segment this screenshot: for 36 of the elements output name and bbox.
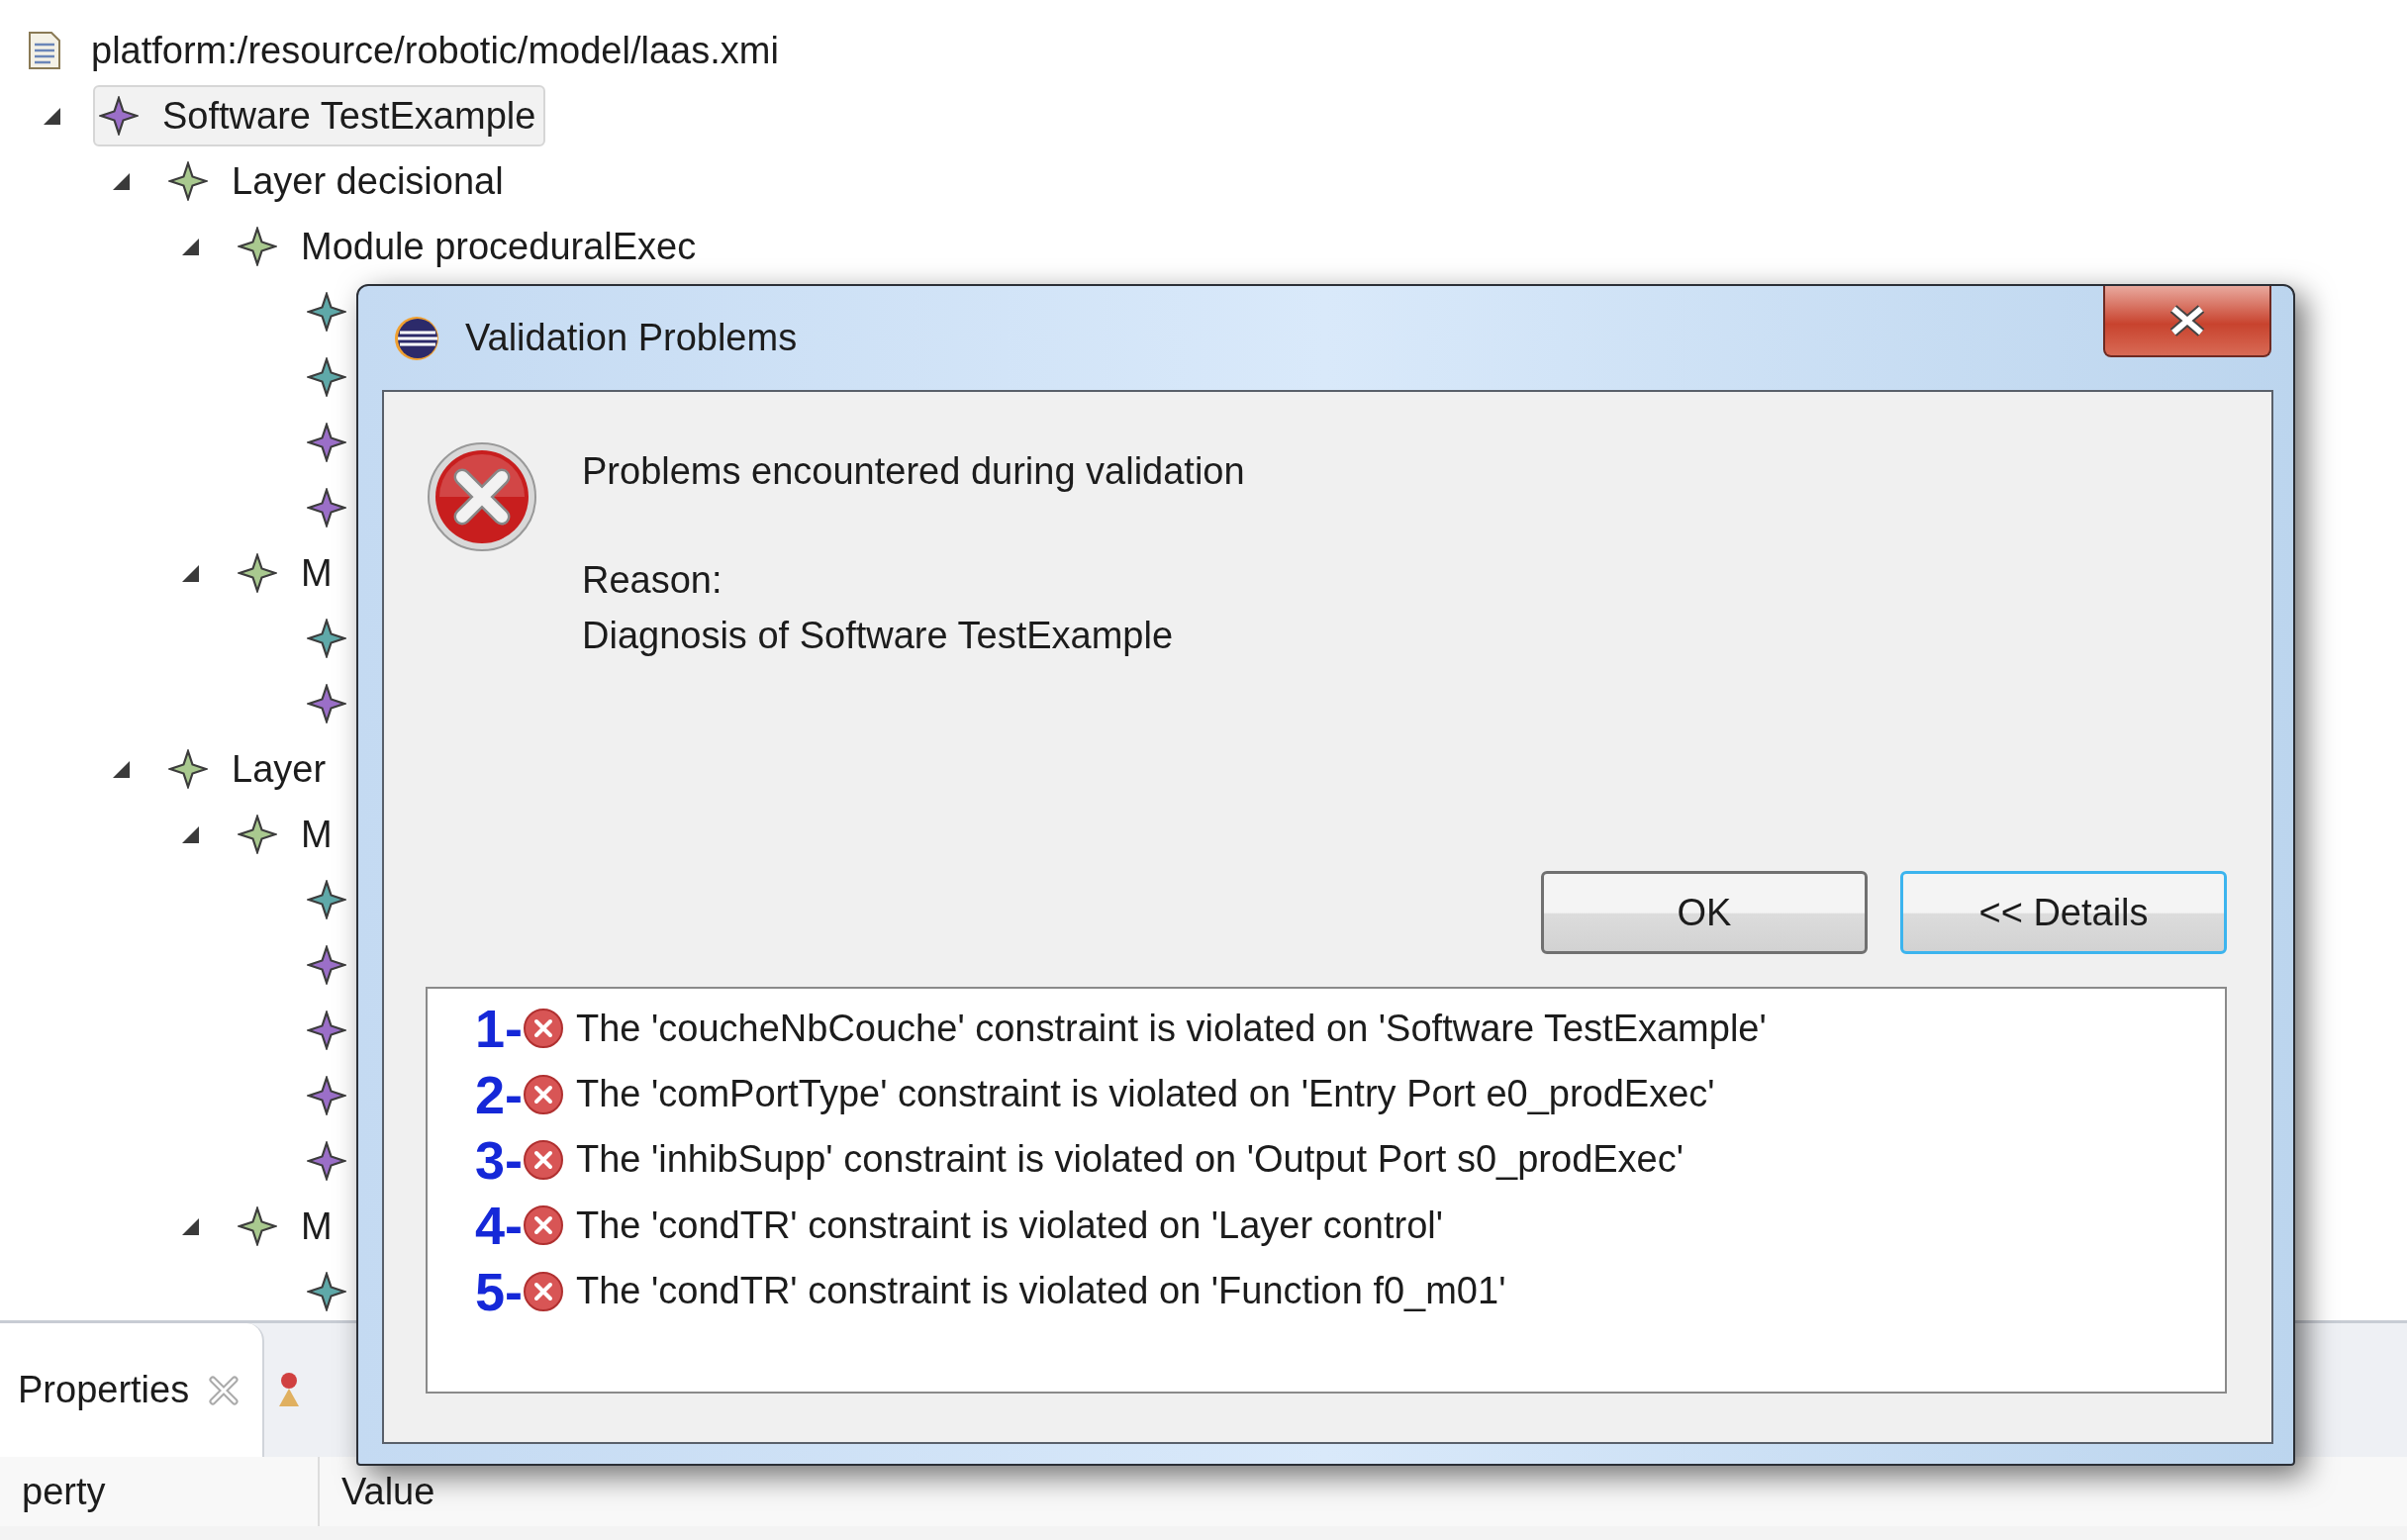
tab-label: Properties xyxy=(18,1369,190,1411)
error-icon xyxy=(523,1073,564,1115)
item-number: 5- xyxy=(474,1260,523,1322)
dialog-button[interactable]: OK xyxy=(1541,871,1868,954)
tree-item[interactable]: M xyxy=(232,1196,342,1257)
window-title: Validation Problems xyxy=(465,317,798,359)
file-icon xyxy=(28,31,61,70)
problem-text: The 'condTR' constraint is violated on 'Layer control' xyxy=(576,1203,1443,1247)
column-header[interactable]: perty xyxy=(22,1470,106,1513)
error-icon xyxy=(523,1204,564,1247)
item-number: 3- xyxy=(474,1128,523,1191)
reason-label: Reason: xyxy=(582,558,723,603)
message-text: Problems encountered during validation xyxy=(582,449,1245,494)
reason-text: Diagnosis of Software TestExample xyxy=(582,614,1175,658)
item-number: 1- xyxy=(474,998,523,1060)
view-tab[interactable]: Properties xyxy=(0,1323,265,1457)
problem-text: The 'coucheNbCouche' constraint is violated on 'Software TestExample' xyxy=(576,1007,1767,1050)
item-number: 2- xyxy=(474,1063,523,1125)
tree-item[interactable]: Module proceduralExec xyxy=(232,216,707,277)
close-button[interactable] xyxy=(2103,286,2271,357)
item-number: 4- xyxy=(474,1195,523,1257)
error-icon xyxy=(523,1270,564,1312)
tree-item[interactable]: Layer xyxy=(162,738,337,800)
problem-text: The 'comPortType' constraint is violated on 'Entry Port e0_prodExec' xyxy=(576,1073,1715,1116)
error-icon xyxy=(523,1008,564,1050)
column-header[interactable]: Value xyxy=(341,1470,435,1513)
error-icon xyxy=(426,440,538,553)
dialog-button[interactable]: << Details xyxy=(1900,871,2227,954)
file-path: platform:/resource/robotic/model/laas.xmi xyxy=(91,29,779,72)
problem-text: The 'inhibSupp' constraint is violated on 'Output Port s0_prodExec' xyxy=(576,1138,1684,1182)
tree-item[interactable]: Layer decisional xyxy=(162,150,514,212)
tree-item[interactable]: M xyxy=(232,804,342,865)
tree-item[interactable]: Software TestExample xyxy=(93,85,546,146)
error-icon xyxy=(523,1138,564,1181)
problem-text: The 'condTR' constraint is violated on 'Function f0_m01' xyxy=(576,1270,1506,1313)
tree-item[interactable]: M xyxy=(232,542,342,604)
